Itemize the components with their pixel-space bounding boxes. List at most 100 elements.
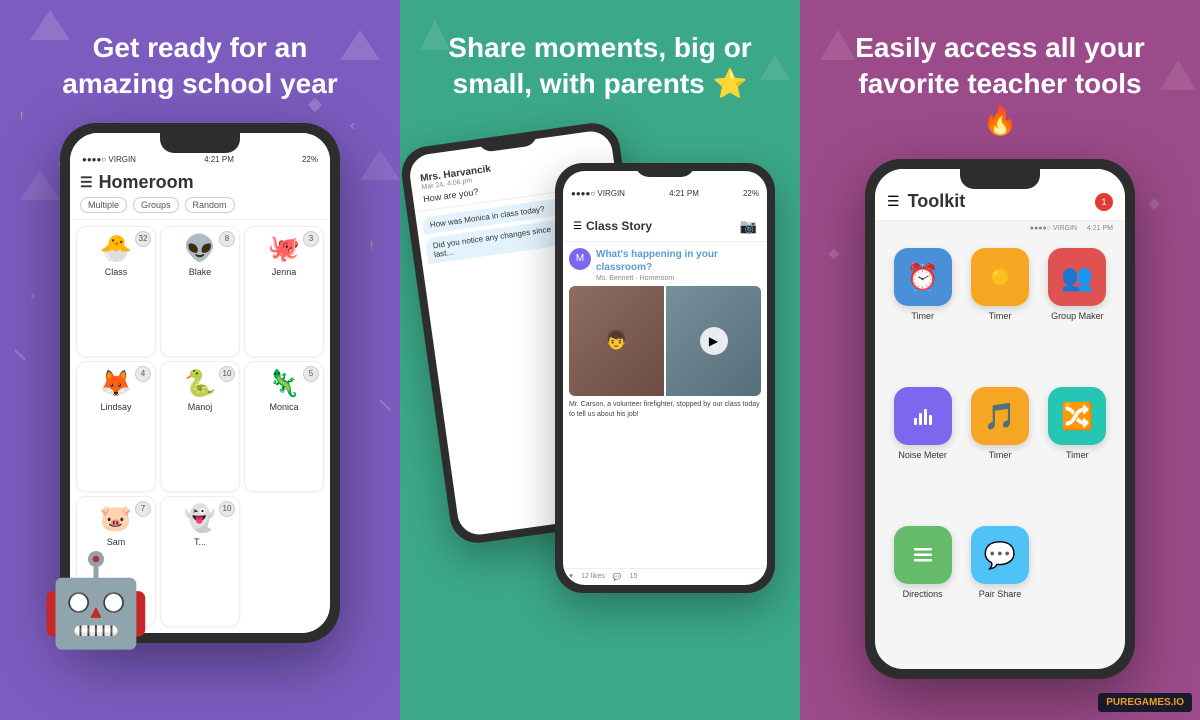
panel2-headline: Share moments, big or small, with parent… (400, 0, 800, 113)
tool-label-directions: Directions (903, 589, 943, 599)
tool-timer-1[interactable]: ⏰ Timer (889, 248, 956, 377)
homeroom-header: ☰ Homeroom Multiple Groups Random (70, 168, 330, 220)
homeroom-title-row: ☰ Homeroom (80, 172, 320, 193)
comments-icon[interactable]: 💬 (613, 573, 622, 581)
student-card-lindsay[interactable]: 4 🦊 Lindsay (76, 361, 156, 492)
student-card-blake[interactable]: 8 👽 Blake (160, 226, 240, 357)
story-title: Class Story (586, 219, 652, 233)
story-attribution: Ms. Bennett · Homeroom (596, 275, 761, 282)
watermark-suffix: .IO (1171, 697, 1184, 708)
battery-front: 22% (743, 189, 759, 198)
tool-noise-meter[interactable]: Noise Meter (889, 387, 956, 516)
mascot-monster: 🤖 (40, 548, 152, 653)
signal-3: ●●●●○ VIRGIN (1030, 225, 1077, 232)
likes-count: 12 likes (581, 573, 605, 581)
student-badge-class: 32 (135, 231, 151, 247)
panel-1: ‹ › ! ! Get ready for an amazing school … (0, 0, 400, 720)
student-badge-lindsay: 4 (135, 366, 151, 382)
statusbar-3: ●●●●○ VIRGIN 4:21 PM (875, 221, 1125, 234)
tool-label-timer-2: Timer (989, 311, 1012, 321)
filter-tabs: Multiple Groups Random (80, 197, 320, 213)
monster-manoj: 🐍 (184, 368, 216, 399)
notification-badge: 1 (1095, 193, 1113, 211)
panel3-phone: ☰ Toolkit 1 ●●●●○ VIRGIN 4:21 PM ⏰ Timer (865, 159, 1135, 679)
time-1: 4:21 PM (204, 155, 234, 164)
svg-text:‹: ‹ (350, 117, 355, 134)
signal-1: ●●●●○ VIRGIN (82, 155, 136, 164)
watermark-text: PUREGAMES (1106, 697, 1170, 708)
svg-text:!: ! (370, 239, 373, 253)
story-content: What's happening in your classroom? Ms. … (596, 248, 761, 282)
camera-icon[interactable]: 📷 (740, 218, 757, 235)
phone-inner-3: ☰ Toolkit 1 ●●●●○ VIRGIN 4:21 PM ⏰ Timer (875, 169, 1125, 669)
directions-icon (894, 526, 952, 584)
student-name-t: T... (194, 537, 206, 547)
student-name-lindsay: Lindsay (100, 402, 131, 412)
student-name-sam: Sam (107, 537, 126, 547)
phone-front-screen: ●●●●○ VIRGIN 4:21 PM 22% ☰ Class Story 📷… (563, 171, 767, 585)
timer-icon-4: 🔀 (1048, 387, 1106, 445)
student-name-manoj: Manoj (188, 402, 213, 412)
student-card-manoj[interactable]: 10 🐍 Manoj (160, 361, 240, 492)
hamburger-icon[interactable]: ☰ (80, 174, 93, 191)
story-hamburger-icon[interactable]: ☰ (573, 221, 582, 232)
toolkit-screen: ☰ Toolkit 1 ●●●●○ VIRGIN 4:21 PM ⏰ Timer (875, 169, 1125, 669)
monster-t: 👻 (184, 503, 216, 534)
timer-icon-1: ⏰ (894, 248, 952, 306)
svg-text:!: ! (20, 109, 23, 123)
student-card-t[interactable]: 10 👻 T... (160, 496, 240, 627)
tool-timer-4[interactable]: 🔀 Timer (1044, 387, 1111, 516)
phones-stack: Mrs. Harvancik Mar 24, 4:06 pm How are y… (425, 103, 775, 663)
student-card-jenna[interactable]: 3 🐙 Jenna (244, 226, 324, 357)
tab-random[interactable]: Random (185, 197, 235, 213)
story-actions: ♥ 12 likes 💬 15 (563, 568, 767, 585)
tab-multiple[interactable]: Multiple (80, 197, 127, 213)
toolkit-title: Toolkit (908, 191, 966, 212)
monster-blake: 👽 (184, 233, 216, 264)
play-button[interactable]: ▶ (700, 327, 728, 355)
timer-icon-2: ☀️ (971, 248, 1029, 306)
tool-label-timer-4: Timer (1066, 450, 1089, 460)
tab-groups[interactable]: Groups (133, 197, 179, 213)
phone-notch-3 (960, 169, 1040, 189)
tool-timer-2[interactable]: ☀️ Timer (966, 248, 1033, 377)
signal-front: ●●●●○ VIRGIN (571, 189, 625, 198)
student-name-monica: Monica (269, 402, 298, 412)
phone-outer-3: ☰ Toolkit 1 ●●●●○ VIRGIN 4:21 PM ⏰ Timer (865, 159, 1135, 679)
story-header: ☰ Class Story 📷 (563, 200, 767, 242)
watermark: PUREGAMES.IO (1098, 693, 1192, 712)
time-front: 4:21 PM (669, 189, 699, 198)
story-caption: Mr. Carson, a volunteer firefighter, sto… (569, 400, 761, 420)
tool-timer-3[interactable]: 🎵 Timer (966, 387, 1033, 516)
tool-pair-share[interactable]: 💬 Pair Share (966, 526, 1033, 655)
panel1-headline: Get ready for an amazing school year (32, 0, 367, 113)
tool-directions[interactable]: Directions (889, 526, 956, 655)
monster-sam: 🐷 (100, 503, 132, 534)
tool-label-timer-3: Timer (989, 450, 1012, 460)
tool-label-group-maker: Group Maker (1051, 311, 1104, 321)
tool-label-pair-share: Pair Share (979, 589, 1022, 599)
tool-label-noise-meter: Noise Meter (898, 450, 947, 460)
student-badge-blake: 8 (219, 231, 235, 247)
tools-grid: ⏰ Timer ☀️ Timer 👥 Group Maker (875, 234, 1125, 669)
monster-jenna: 🐙 (268, 233, 300, 264)
student-card-monica[interactable]: 5 🦎 Monica (244, 361, 324, 492)
student-card-class[interactable]: 32 🐣 Class (76, 226, 156, 357)
avatar-teacher: M (569, 248, 591, 270)
story-question: What's happening in your classroom? (596, 248, 761, 274)
tool-label-timer-1: Timer (911, 311, 934, 321)
student-name-class: Class (105, 267, 128, 277)
likes-icon[interactable]: ♥ (569, 573, 573, 581)
collage-img-2: ▶ (666, 286, 761, 396)
monster-monica: 🦎 (268, 368, 300, 399)
panel-2: Share moments, big or small, with parent… (400, 0, 800, 720)
panel-3: Easily access all your favorite teacher … (800, 0, 1200, 720)
timer-icon-3: 🎵 (971, 387, 1029, 445)
time-3: 4:21 PM (1087, 225, 1113, 232)
story-post-header: M What's happening in your classroom? Ms… (569, 248, 761, 282)
comments-count: 15 (630, 573, 638, 581)
image-collage: 👦 ▶ (569, 286, 761, 396)
student-name-blake: Blake (189, 267, 212, 277)
toolkit-hamburger-icon[interactable]: ☰ (887, 193, 900, 210)
tool-group-maker[interactable]: 👥 Group Maker (1044, 248, 1111, 377)
